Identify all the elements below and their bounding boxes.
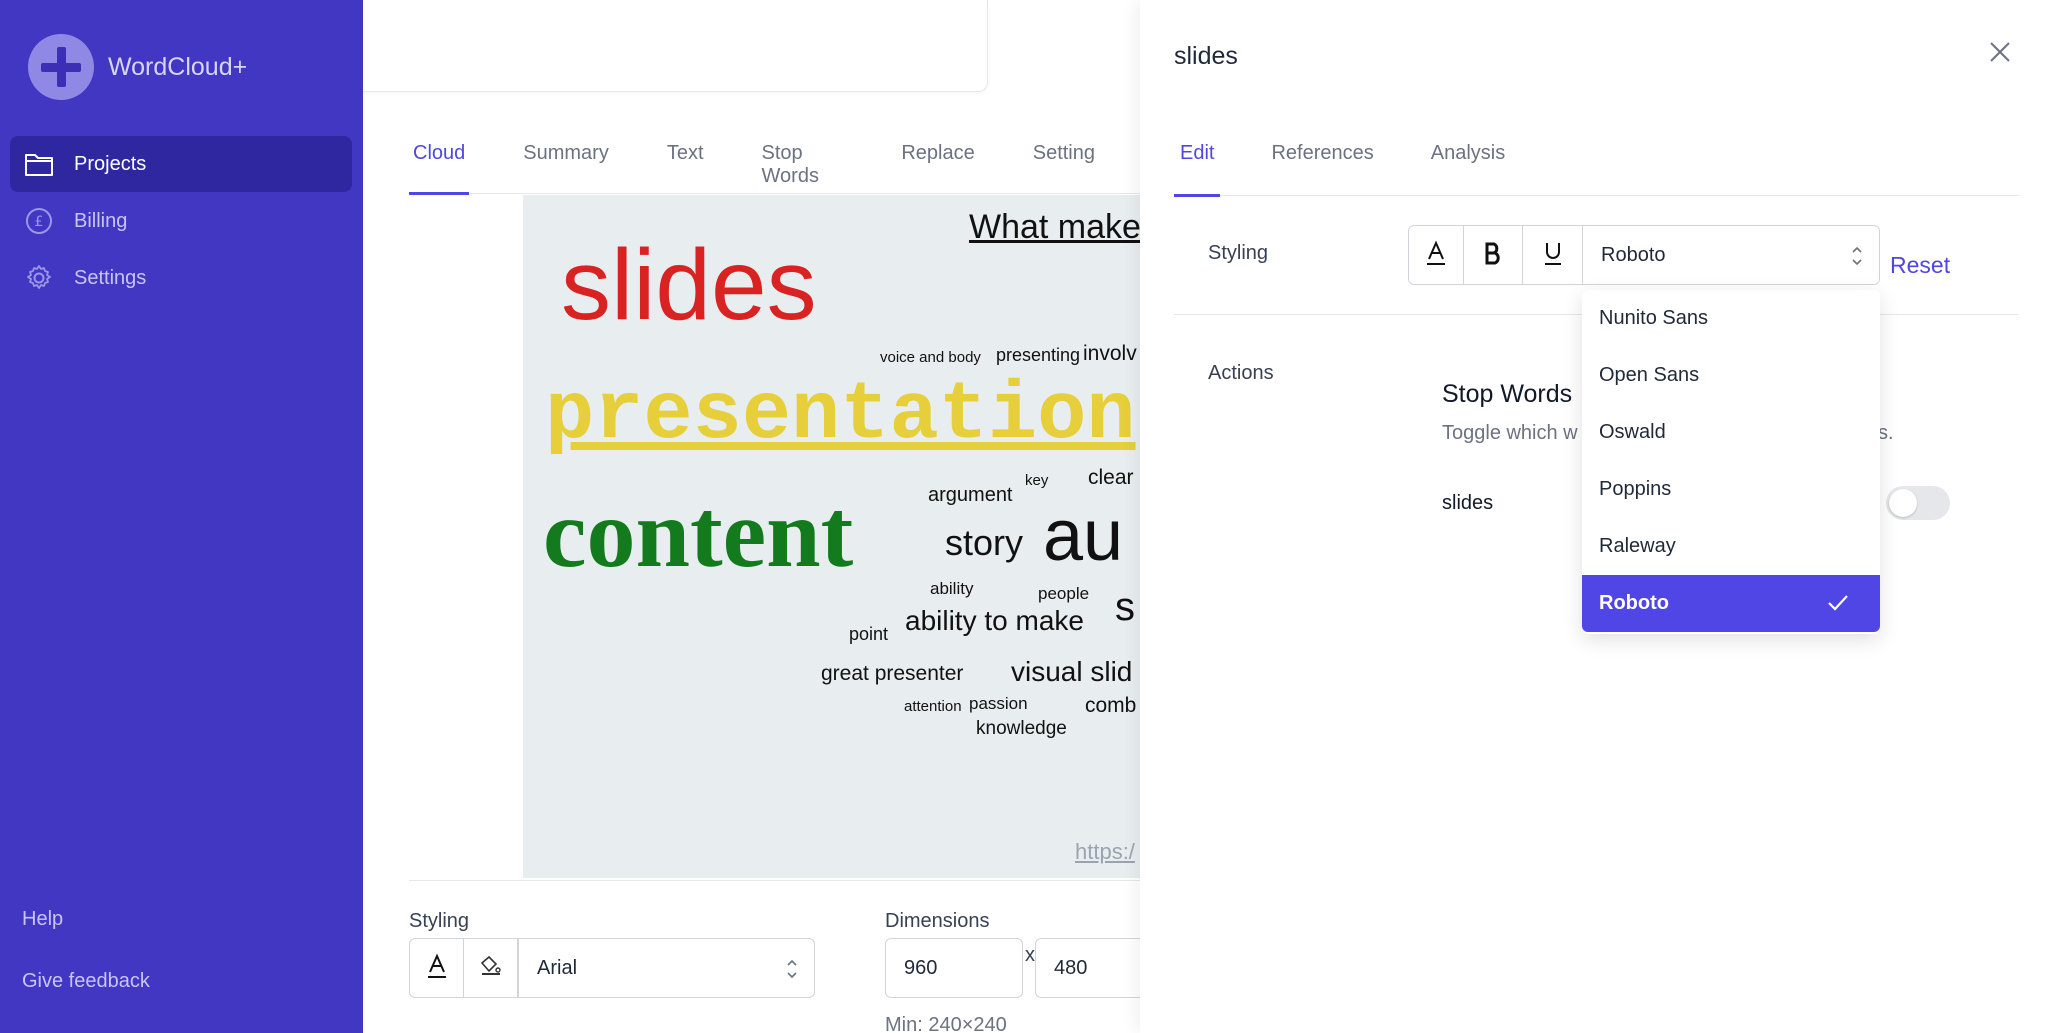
tab-summary[interactable]: Summary [519, 130, 613, 194]
dimension-separator: x [1025, 944, 1035, 966]
width-input[interactable]: 960 [885, 938, 1023, 998]
stop-words-description: Toggle which w s. [1442, 422, 1894, 445]
cloud-word: presenting [996, 345, 1081, 365]
font-option-roboto[interactable]: Roboto [1582, 575, 1880, 632]
font-select[interactable]: Arial [518, 938, 815, 998]
dimensions-min: Min: 240×240 [885, 1014, 1007, 1033]
bold-icon [1483, 241, 1503, 270]
folder-icon [24, 149, 54, 179]
cloud-word: voice and body [880, 349, 981, 366]
help-link[interactable]: Help [22, 908, 63, 931]
text-color-button[interactable] [409, 938, 464, 998]
cloud-word: presentation [545, 369, 1136, 462]
cloud-word: involv [1083, 342, 1137, 365]
stop-word-label: slides [1442, 492, 1494, 514]
cloud-word: s [1115, 585, 1135, 629]
underline-button[interactable] [1522, 225, 1583, 285]
bold-button[interactable] [1463, 225, 1523, 285]
cloud-word: argument [928, 484, 1013, 506]
panel-font-select[interactable]: Roboto [1582, 225, 1880, 285]
panel-title: slides [1174, 42, 1238, 70]
breadcrumb-card [363, 0, 988, 92]
font-option-open-sans[interactable]: Open Sans [1582, 347, 1880, 404]
text-color-icon [426, 953, 448, 984]
close-icon[interactable] [1988, 40, 2012, 64]
cloud-word: comb [1085, 694, 1137, 717]
sidebar-item-billing[interactable]: £ Billing [10, 193, 352, 249]
font-option-nunito-sans[interactable]: Nunito Sans [1582, 290, 1880, 347]
cloud-word: ability to make [905, 605, 1084, 636]
chevron-up-down-icon [1851, 244, 1863, 268]
word-cloud-canvas[interactable]: What make slides voice and body presenti… [523, 195, 1163, 878]
cloud-word: key [1025, 472, 1049, 489]
stop-words-description-end: s. [1878, 422, 1894, 444]
word-detail-panel: slides Edit References Analysis Styling … [1140, 0, 2048, 1033]
font-option-oswald[interactable]: Oswald [1582, 404, 1880, 461]
tab-stop-words[interactable]: Stop Words [758, 130, 848, 194]
background-color-button[interactable] [463, 938, 518, 998]
cloud-word: content [543, 480, 854, 588]
cloud-word: knowledge [976, 718, 1067, 739]
cloud-word: attention [904, 698, 962, 715]
cloud-word: passion [969, 694, 1028, 713]
text-color-button[interactable] [1408, 225, 1464, 285]
cloud-word: What make [969, 208, 1141, 246]
sidebar: WordCloud+ Projects £ Billing Settings H… [0, 0, 363, 1033]
cloud-word: people [1038, 584, 1090, 603]
check-icon [1826, 591, 1850, 615]
main-content: Cloud Summary Text Stop Words Replace Se… [363, 0, 1163, 1033]
cloud-word: slides [561, 229, 817, 341]
stop-word-toggle[interactable] [1886, 486, 1950, 520]
tab-analysis[interactable]: Analysis [1425, 130, 1511, 196]
actions-label: Actions [1208, 362, 1274, 384]
plus-logo-icon [28, 34, 94, 100]
cloud-word: ability [930, 579, 974, 598]
height-input[interactable]: 480 [1035, 938, 1155, 998]
pound-coin-icon: £ [24, 206, 54, 236]
tab-edit[interactable]: Edit [1174, 130, 1221, 197]
cloud-word: clear [1088, 466, 1134, 489]
tab-references[interactable]: References [1265, 130, 1379, 196]
font-dropdown-menu: Nunito Sans Open Sans Oswald Poppins Ral… [1582, 290, 1880, 634]
sidebar-item-label: Billing [74, 209, 128, 232]
stop-words-title: Stop Words [1442, 380, 1573, 408]
reset-button[interactable]: Reset [1890, 252, 1950, 279]
dimensions-label: Dimensions [885, 910, 990, 932]
main-tabs: Cloud Summary Text Stop Words Replace Se… [409, 130, 1149, 195]
svg-text:£: £ [35, 214, 44, 230]
underline-icon [1543, 240, 1563, 271]
font-option-label: Roboto [1599, 592, 1669, 614]
panel-tabs: Edit References Analysis [1174, 130, 2019, 197]
app-logo[interactable]: WordCloud+ [28, 34, 247, 100]
chevron-up-down-icon [786, 957, 798, 981]
feedback-link[interactable]: Give feedback [22, 970, 150, 993]
cloud-word: au [1043, 496, 1124, 576]
cloud-url[interactable]: https:/ [1075, 841, 1135, 863]
sidebar-item-settings[interactable]: Settings [10, 250, 352, 306]
font-option-raleway[interactable]: Raleway [1582, 518, 1880, 575]
text-color-icon [1425, 240, 1447, 271]
sidebar-item-projects[interactable]: Projects [10, 136, 352, 192]
cloud-word: great presenter [821, 662, 964, 685]
tab-replace[interactable]: Replace [897, 130, 978, 194]
sidebar-item-label: Projects [74, 152, 147, 175]
sidebar-item-label: Settings [74, 266, 147, 289]
font-select-value: Roboto [1601, 243, 1666, 266]
gear-icon [24, 263, 54, 293]
divider [409, 880, 1149, 881]
cloud-word: story [945, 522, 1024, 563]
stop-words-description-start: Toggle which w [1442, 422, 1578, 444]
cloud-word: visual slid [1011, 656, 1133, 687]
tab-settings[interactable]: Setting [1029, 130, 1099, 194]
tab-text[interactable]: Text [663, 130, 708, 194]
font-select-value: Arial [537, 956, 578, 979]
styling-label: Styling [409, 910, 470, 932]
paint-bucket-icon [479, 955, 503, 982]
font-option-poppins[interactable]: Poppins [1582, 461, 1880, 518]
panel-styling-label: Styling [1208, 242, 1269, 264]
app-name: WordCloud+ [108, 52, 248, 81]
cloud-word: point [849, 624, 889, 644]
tab-cloud[interactable]: Cloud [409, 130, 470, 195]
